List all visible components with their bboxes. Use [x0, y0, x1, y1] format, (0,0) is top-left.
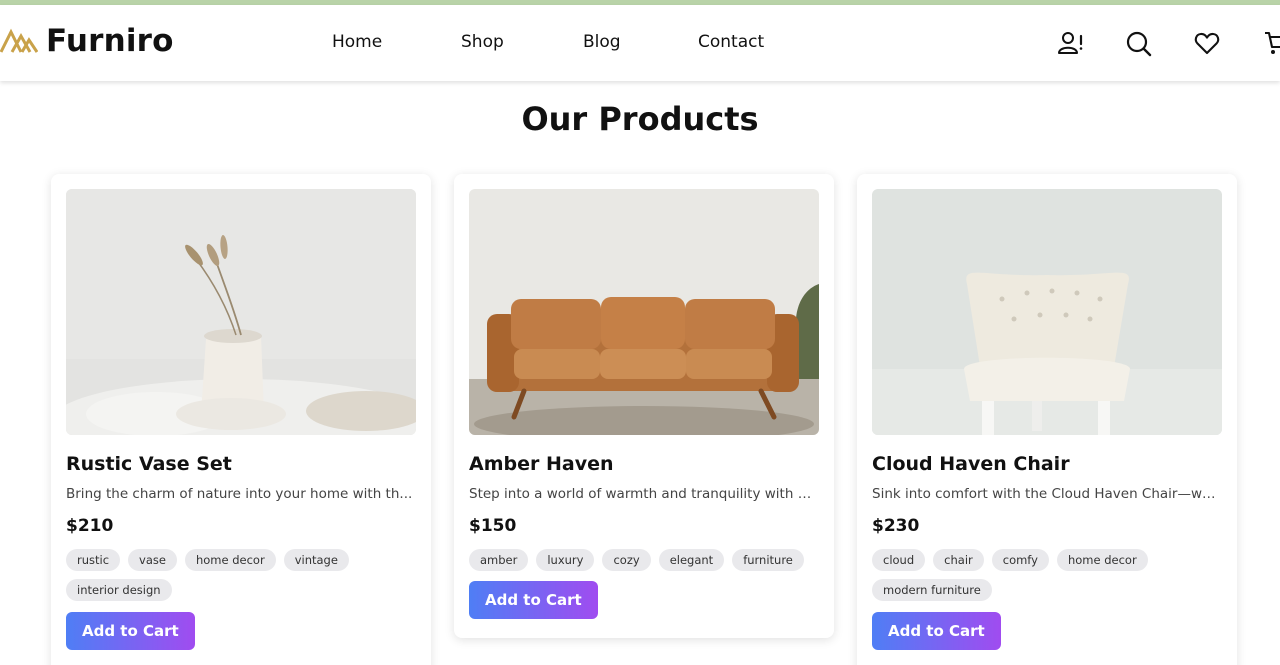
main-nav: Home Shop Blog Contact: [0, 32, 1280, 56]
product-tag[interactable]: vase: [128, 549, 177, 571]
product-tag[interactable]: chair: [933, 549, 984, 571]
product-tags: amber luxury cozy elegant furniture: [469, 549, 819, 571]
product-name: Rustic Vase Set: [66, 453, 232, 475]
product-tags: cloud chair comfy home decor modern furn…: [872, 549, 1222, 601]
product-price: $230: [872, 516, 920, 536]
add-to-cart-button[interactable]: Add to Cart: [469, 581, 598, 619]
product-tag[interactable]: amber: [469, 549, 529, 571]
product-tag[interactable]: home decor: [1056, 549, 1148, 571]
product-tag[interactable]: interior design: [66, 579, 172, 601]
product-tag[interactable]: furniture: [732, 549, 804, 571]
product-tags: rustic vase home decor vintage interior …: [66, 549, 416, 601]
product-tag[interactable]: modern furniture: [872, 579, 992, 601]
nav-link-blog[interactable]: Blog: [583, 32, 621, 52]
product-tag[interactable]: home decor: [184, 549, 276, 571]
add-to-cart-button[interactable]: Add to Cart: [872, 612, 1001, 650]
product-description: Sink into comfort with the Cloud Haven C…: [872, 486, 1222, 502]
product-tag[interactable]: cozy: [602, 549, 651, 571]
product-image-chair: [872, 189, 1222, 435]
nav-link-shop[interactable]: Shop: [461, 32, 504, 52]
product-name: Cloud Haven Chair: [872, 453, 1070, 475]
section-title: Our Products: [521, 100, 759, 138]
product-price: $150: [469, 516, 517, 536]
nav-link-home[interactable]: Home: [332, 32, 382, 52]
heart-icon[interactable]: [1193, 29, 1221, 57]
user-alert-icon[interactable]: [1056, 29, 1084, 57]
product-card[interactable]: Amber Haven Step into a world of warmth …: [454, 174, 834, 638]
product-tag[interactable]: rustic: [66, 549, 121, 571]
product-description: Step into a world of warmth and tranquil…: [469, 486, 819, 502]
product-tag[interactable]: vintage: [283, 549, 349, 571]
product-tag[interactable]: elegant: [658, 549, 725, 571]
product-card[interactable]: Rustic Vase Set Bring the charm of natur…: [51, 174, 431, 665]
navbar: Furniro Home Shop Blog Contact: [0, 5, 1280, 81]
product-tag[interactable]: luxury: [536, 549, 595, 571]
product-price: $210: [66, 516, 114, 536]
product-image-vase: [66, 189, 416, 435]
product-name: Amber Haven: [469, 453, 614, 475]
product-image-sofa: [469, 189, 819, 435]
nav-link-contact[interactable]: Contact: [698, 32, 764, 52]
cart-icon[interactable]: [1263, 29, 1280, 57]
search-icon[interactable]: [1124, 29, 1152, 57]
product-card[interactable]: Cloud Haven Chair Sink into comfort with…: [857, 174, 1237, 665]
add-to-cart-button[interactable]: Add to Cart: [66, 612, 195, 650]
product-tag[interactable]: cloud: [872, 549, 926, 571]
product-description: Bring the charm of nature into your home…: [66, 486, 413, 502]
product-tag[interactable]: comfy: [991, 549, 1049, 571]
